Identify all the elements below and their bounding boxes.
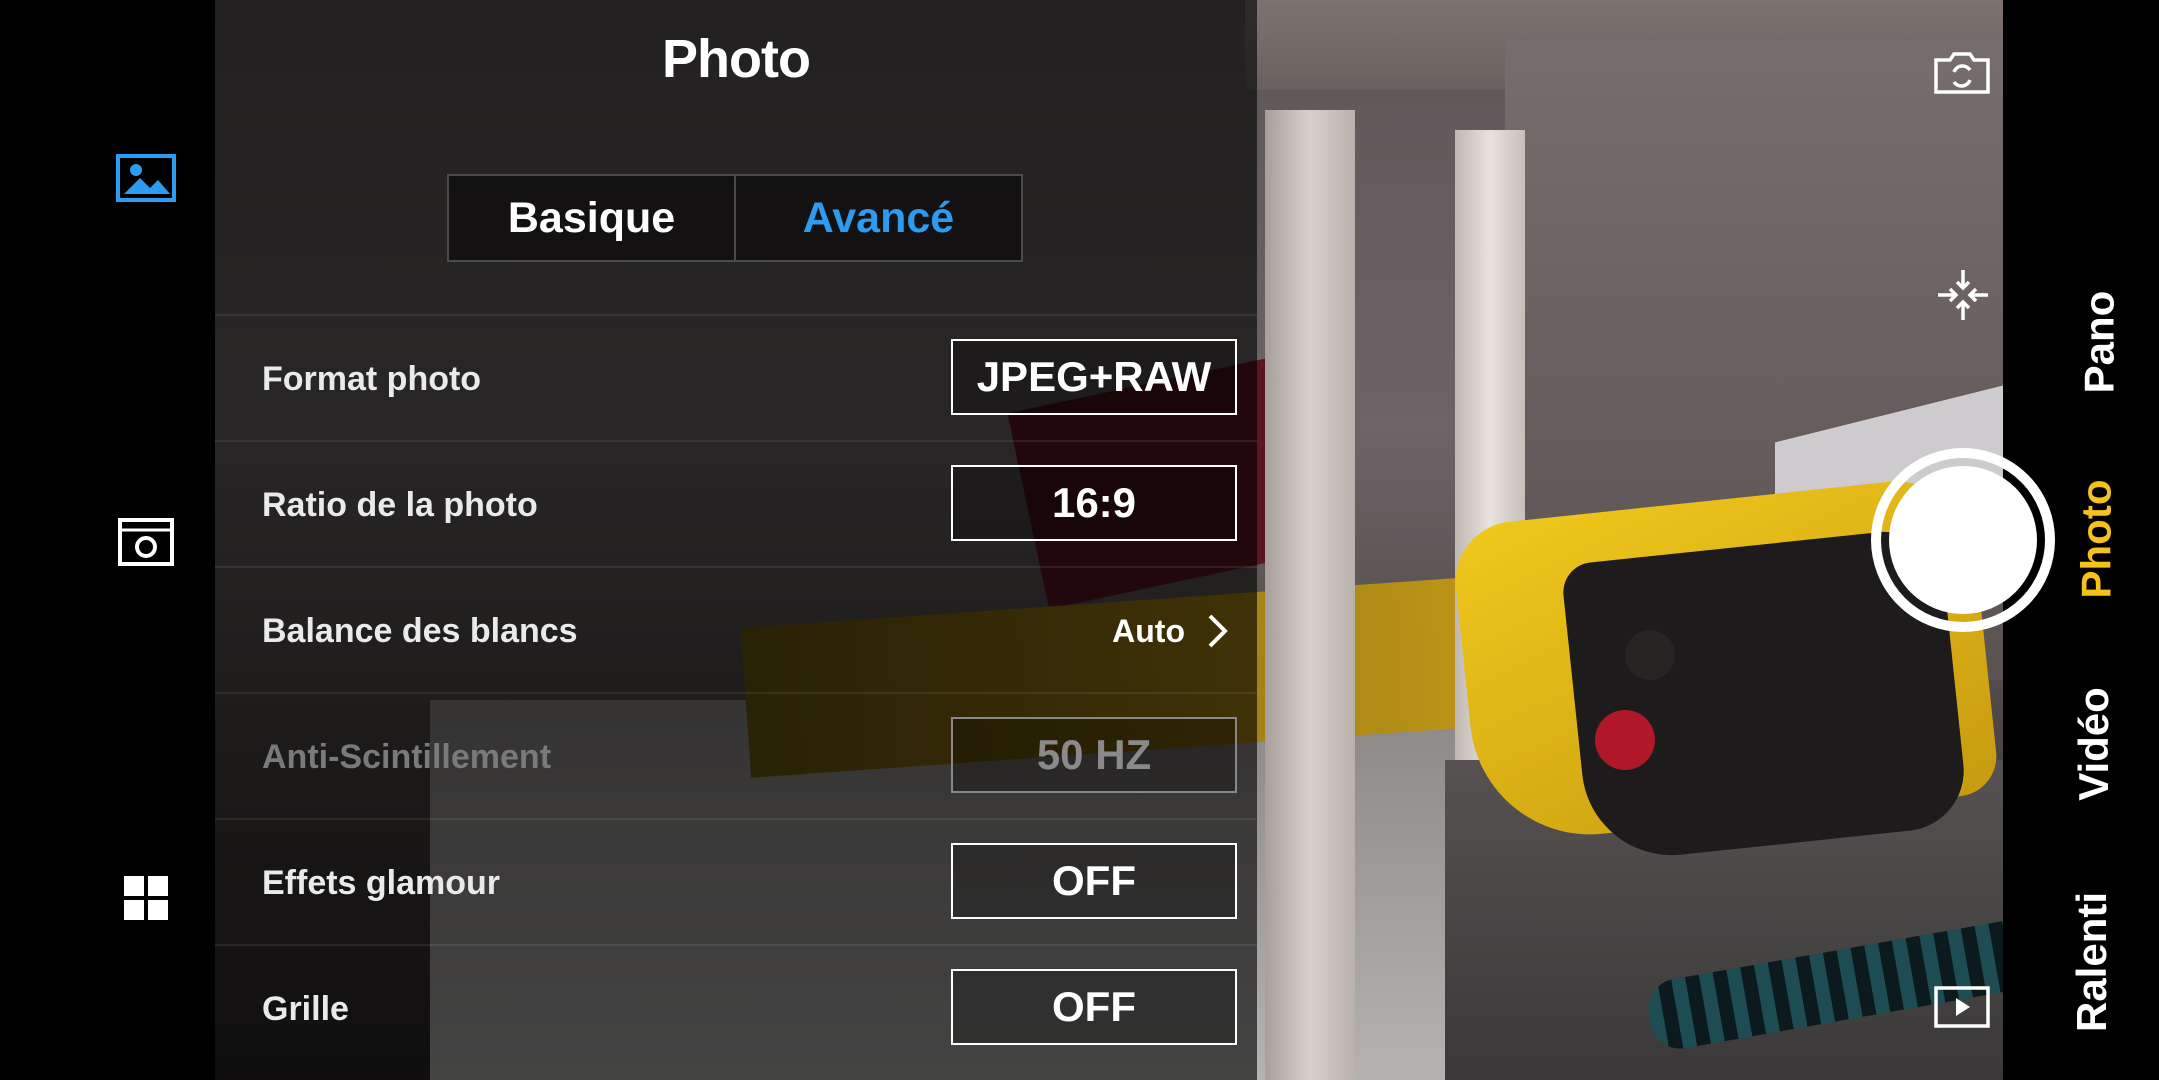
- shutter-button[interactable]: [1871, 448, 2055, 632]
- chevron-right-icon: [1208, 614, 1228, 648]
- ratio-value[interactable]: 16:9: [951, 465, 1237, 541]
- left-sidebar: [0, 0, 215, 1080]
- focus-icon[interactable]: [1936, 268, 1990, 322]
- vf-object: [1595, 710, 1655, 770]
- white-balance-value[interactable]: Auto: [1112, 568, 1229, 694]
- vf-object: [1625, 630, 1675, 680]
- setting-row-white-balance[interactable]: Balance des blancs Auto: [215, 566, 1257, 694]
- mode-ralenti[interactable]: Ralenti: [2068, 892, 2116, 1032]
- setting-row-glamour[interactable]: Effets glamour OFF: [215, 818, 1257, 946]
- switch-camera-icon[interactable]: [1932, 50, 1992, 96]
- setting-label: Balance des blancs: [262, 611, 578, 650]
- setting-row-anti-flicker: Anti-Scintillement 50 HZ: [215, 692, 1257, 820]
- grid-value[interactable]: OFF: [951, 969, 1237, 1045]
- setting-label: Ratio de la photo: [262, 485, 538, 524]
- vf-object: [1265, 110, 1355, 1080]
- anti-flicker-value: 50 HZ: [951, 717, 1237, 793]
- panel-title: Photo: [662, 29, 811, 89]
- mode-pano[interactable]: Pano: [2075, 291, 2123, 394]
- tab-avance[interactable]: Avancé: [736, 174, 1023, 262]
- playback-icon[interactable]: [1934, 986, 1990, 1028]
- white-balance-text: Auto: [1112, 612, 1185, 649]
- grid-menu-icon[interactable]: [116, 874, 176, 926]
- tab-basique[interactable]: Basique: [447, 174, 736, 262]
- gallery-icon[interactable]: [116, 152, 176, 204]
- mode-video[interactable]: Vidéo: [2070, 687, 2118, 801]
- setting-label: Effets glamour: [262, 863, 501, 902]
- setting-row-format-photo[interactable]: Format photo JPEG+RAW: [215, 314, 1257, 442]
- setting-label: Format photo: [262, 359, 482, 398]
- setting-label: Grille: [262, 989, 349, 1028]
- camera-settings-icon[interactable]: [116, 516, 176, 568]
- setting-row-ratio[interactable]: Ratio de la photo 16:9: [215, 440, 1257, 568]
- setting-row-grid[interactable]: Grille OFF: [215, 944, 1257, 1072]
- mode-photo[interactable]: Photo: [2072, 480, 2120, 599]
- settings-tabs: Basique Avancé: [447, 174, 1023, 262]
- format-photo-value[interactable]: JPEG+RAW: [951, 339, 1237, 415]
- setting-label: Anti-Scintillement: [262, 737, 552, 776]
- settings-panel: Photo Basique Avancé Format photo JPEG+R…: [215, 0, 1257, 1080]
- glamour-value[interactable]: OFF: [951, 843, 1237, 919]
